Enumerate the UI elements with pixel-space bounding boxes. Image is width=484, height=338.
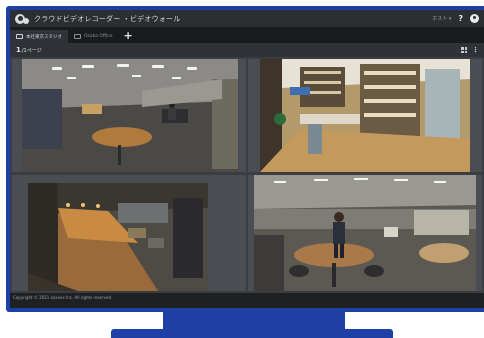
monitor-frame: クラウドビデオレコーダー ・ビデオウォール ホスト ▾ ? 本社東京スタジオ O… [6, 6, 484, 312]
camera-feed-lounge [28, 183, 208, 291]
copyright-text: Copyright © 2021 xxxxxx Inc. All rights … [13, 295, 113, 300]
monitor-icon [16, 34, 23, 39]
more-options-icon[interactable]: ⋮ [472, 47, 479, 54]
app-logo-icon [15, 13, 29, 25]
tab-bar: 本社東京スタジオ Osaka Office + [10, 27, 484, 43]
page-bar: 1/1ページ ⋮ [10, 43, 484, 57]
tab-label: 本社東京スタジオ [26, 34, 62, 40]
app-title: クラウドビデオレコーダー ・ビデオウォール [34, 14, 181, 23]
title-bar: クラウドビデオレコーダー ・ビデオウォール ホスト ▾ ? [10, 10, 484, 27]
camera-feed-office [22, 59, 238, 172]
monitor-stand-base [111, 329, 393, 338]
tab-osaka-office[interactable]: Osaka Office [68, 30, 119, 43]
footer-bar: Copyright © 2021 xxxxxx Inc. All rights … [10, 293, 484, 308]
app-screen: クラウドビデオレコーダー ・ビデオウォール ホスト ▾ ? 本社東京スタジオ O… [10, 10, 484, 308]
tab-label: Osaka Office [84, 34, 113, 39]
page-unit: /1ページ [21, 48, 42, 54]
account-icon[interactable] [470, 14, 479, 23]
video-tile[interactable] [12, 175, 246, 291]
video-tile[interactable] [12, 59, 246, 172]
grid-layout-icon[interactable] [461, 47, 467, 53]
help-icon[interactable]: ? [458, 14, 463, 23]
camera-feed-library [260, 59, 470, 172]
video-wall-grid [10, 57, 484, 293]
add-tab-button[interactable]: + [119, 29, 138, 43]
camera-feed-meeting [254, 175, 476, 291]
monitor-icon [74, 34, 81, 39]
page-number: 1 [16, 46, 21, 54]
page-indicator: 1/1ページ [16, 46, 42, 54]
tab-tokyo-studio[interactable]: 本社東京スタジオ [10, 30, 68, 43]
video-tile[interactable] [248, 175, 482, 291]
video-tile[interactable] [248, 59, 482, 172]
user-menu[interactable]: ホスト ▾ [432, 15, 451, 22]
